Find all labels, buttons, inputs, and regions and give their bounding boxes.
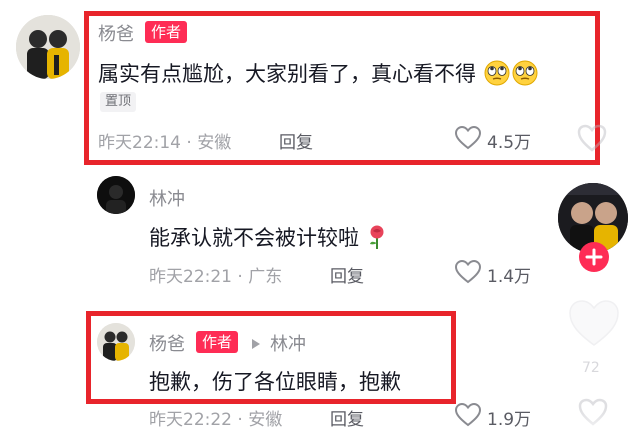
comment-1-meta: 昨天22:14 · 安徽	[98, 128, 231, 153]
comment-1-text: 属实有点尴尬，大家别看了，真心看不得	[98, 58, 539, 91]
comment-1-like-count: 4.5万	[487, 133, 532, 153]
meta-separator: ·	[237, 410, 243, 430]
meta-separator: ·	[186, 133, 192, 153]
side-heart-icon[interactable]	[577, 124, 607, 156]
comment-1-reply-button[interactable]: 回复	[279, 128, 313, 153]
comment-3-location: 安徽	[248, 410, 283, 430]
comment-2-meta: 昨天22:21 · 广东	[149, 262, 282, 287]
comment-3-author-badge: 作者	[196, 331, 239, 353]
comment-2-reply-button[interactable]: 回复	[330, 262, 364, 287]
comment-1-avatar[interactable]	[16, 15, 80, 79]
comment-2-username[interactable]: 林冲	[149, 185, 185, 211]
plus-icon	[585, 248, 603, 266]
comment-2-time: 昨天22:21	[149, 267, 232, 287]
rose-emoji-icon	[366, 224, 388, 255]
comment-3-like-count: 1.9万	[487, 410, 532, 430]
side-panel-fade	[560, 410, 634, 443]
comment-1-username[interactable]: 杨爸	[98, 20, 134, 46]
comment-1-location: 安徽	[197, 133, 232, 153]
heart-outline-icon[interactable]	[454, 125, 482, 154]
follow-button[interactable]	[579, 242, 609, 272]
comment-2-avatar[interactable]	[97, 176, 135, 214]
meta-separator: ·	[237, 267, 243, 287]
comment-2-text-body: 能承认就不会被计较啦	[149, 226, 359, 250]
heart-outline-icon[interactable]	[454, 402, 482, 431]
reply-arrow-icon	[251, 335, 261, 354]
comment-1-author-badge: 作者	[145, 21, 188, 43]
comment-1-time: 昨天22:14	[98, 133, 181, 153]
side-like-count: 72	[582, 360, 600, 376]
comment-1-text-body: 属实有点尴尬，大家别看了，真心看不得	[98, 62, 476, 86]
heart-outline-icon[interactable]	[454, 259, 482, 288]
comment-2-text: 能承认就不会被计较啦	[149, 222, 388, 255]
side-like-heart-icon[interactable]	[566, 298, 622, 352]
comment-2-location: 广东	[248, 267, 283, 287]
rolling-eyes-emoji-icon	[483, 60, 511, 91]
pinned-tag: 置顶	[100, 92, 137, 112]
rolling-eyes-emoji-icon	[511, 60, 539, 91]
comment-3-time: 昨天22:22	[149, 410, 232, 430]
comment-2-like-count: 1.4万	[487, 267, 532, 287]
comment-3-avatar[interactable]	[97, 323, 135, 361]
comment-3-meta: 昨天22:22 · 安徽	[149, 405, 282, 430]
comment-3-reply-button[interactable]: 回复	[330, 405, 364, 430]
comment-3-username[interactable]: 杨爸	[149, 330, 185, 356]
comment-3-reply-to[interactable]: 林冲	[270, 330, 306, 356]
comment-3-text: 抱歉，伤了各位眼睛，抱歉	[149, 370, 401, 394]
